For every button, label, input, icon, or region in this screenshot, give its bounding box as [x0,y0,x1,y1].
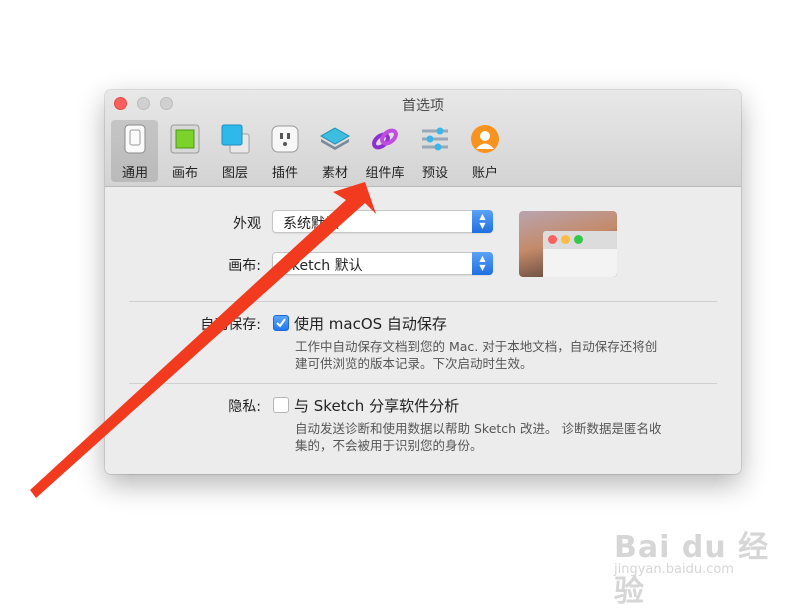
presets-icon [420,124,450,154]
canvas-popup[interactable]: Sketch 默认 ▲ ▼ [272,252,493,275]
divider [129,383,717,384]
assets-icon [319,124,351,154]
window-title: 首选项 [402,98,444,114]
tab-presets[interactable]: 预设 [411,120,458,182]
analytics-checkbox-label[interactable]: 与 Sketch 分享软件分析 [294,395,459,416]
tab-libraries[interactable]: 组件库 [361,120,408,182]
preview-dot [548,235,557,244]
tab-layers[interactable]: 图层 [211,120,258,182]
stepper-arrows-icon: ▲ ▼ [472,210,493,233]
privacy-description: 自动发送诊断和使用数据以帮助 Sketch 改进。 诊断数据是匿名收集的，不会被… [295,421,662,453]
layers-icon [220,124,250,154]
stepper-arrows-icon: ▲ ▼ [472,252,493,275]
watermark: Bai du 经验 jingyan.baidu.com [610,512,780,609]
preview-dot [561,235,570,244]
preview-window [543,231,617,277]
appearance-value: 系统默认 [283,216,339,232]
tab-assets[interactable]: 素材 [311,120,358,182]
general-icon [120,124,150,154]
preferences-window: 首选项 通用 画布 图层 插件 素材 组件库 预设 账户 外观 系统默认 ▲ ▼… [105,90,741,474]
general-pane: 外观 系统默认 ▲ ▼ 画布: Sketch 默认 ▲ ▼ 自动保存: 使用 mac… [105,187,741,474]
appearance-popup[interactable]: 系统默认 ▲ ▼ [272,210,493,233]
divider [129,301,717,302]
canvas-label: 画布: [228,258,261,274]
appearance-preview [519,211,617,277]
tab-canvas[interactable]: 画布 [161,120,208,182]
autosave-description: 工作中自动保存文档到您的 Mac. 对于本地文档，自动保存还将创建可供浏览的版本… [295,339,658,371]
tab-plugins[interactable]: 插件 [261,120,308,182]
canvas-value: Sketch 默认 [283,258,363,274]
checkmark-icon [276,318,286,328]
tab-label: 账户 [471,166,498,181]
canvas-icon [170,124,200,154]
plugins-icon [270,124,300,154]
watermark-url: jingyan.baidu.com [614,562,734,577]
tab-general[interactable]: 通用 [111,120,158,182]
privacy-label: 隐私: [228,399,261,415]
titlebar: 首选项 通用 画布 图层 插件 素材 组件库 预设 账户 [105,90,741,187]
autosave-label: 自动保存: [200,317,261,333]
account-icon [470,124,500,154]
appearance-label: 外观 [233,216,261,232]
autosave-checkbox-label[interactable]: 使用 macOS 自动保存 [294,313,447,334]
analytics-checkbox[interactable] [273,397,289,413]
tab-account[interactable]: 账户 [461,120,508,182]
autosave-checkbox[interactable] [273,315,289,331]
libraries-icon [370,124,400,154]
preview-dot [574,235,583,244]
